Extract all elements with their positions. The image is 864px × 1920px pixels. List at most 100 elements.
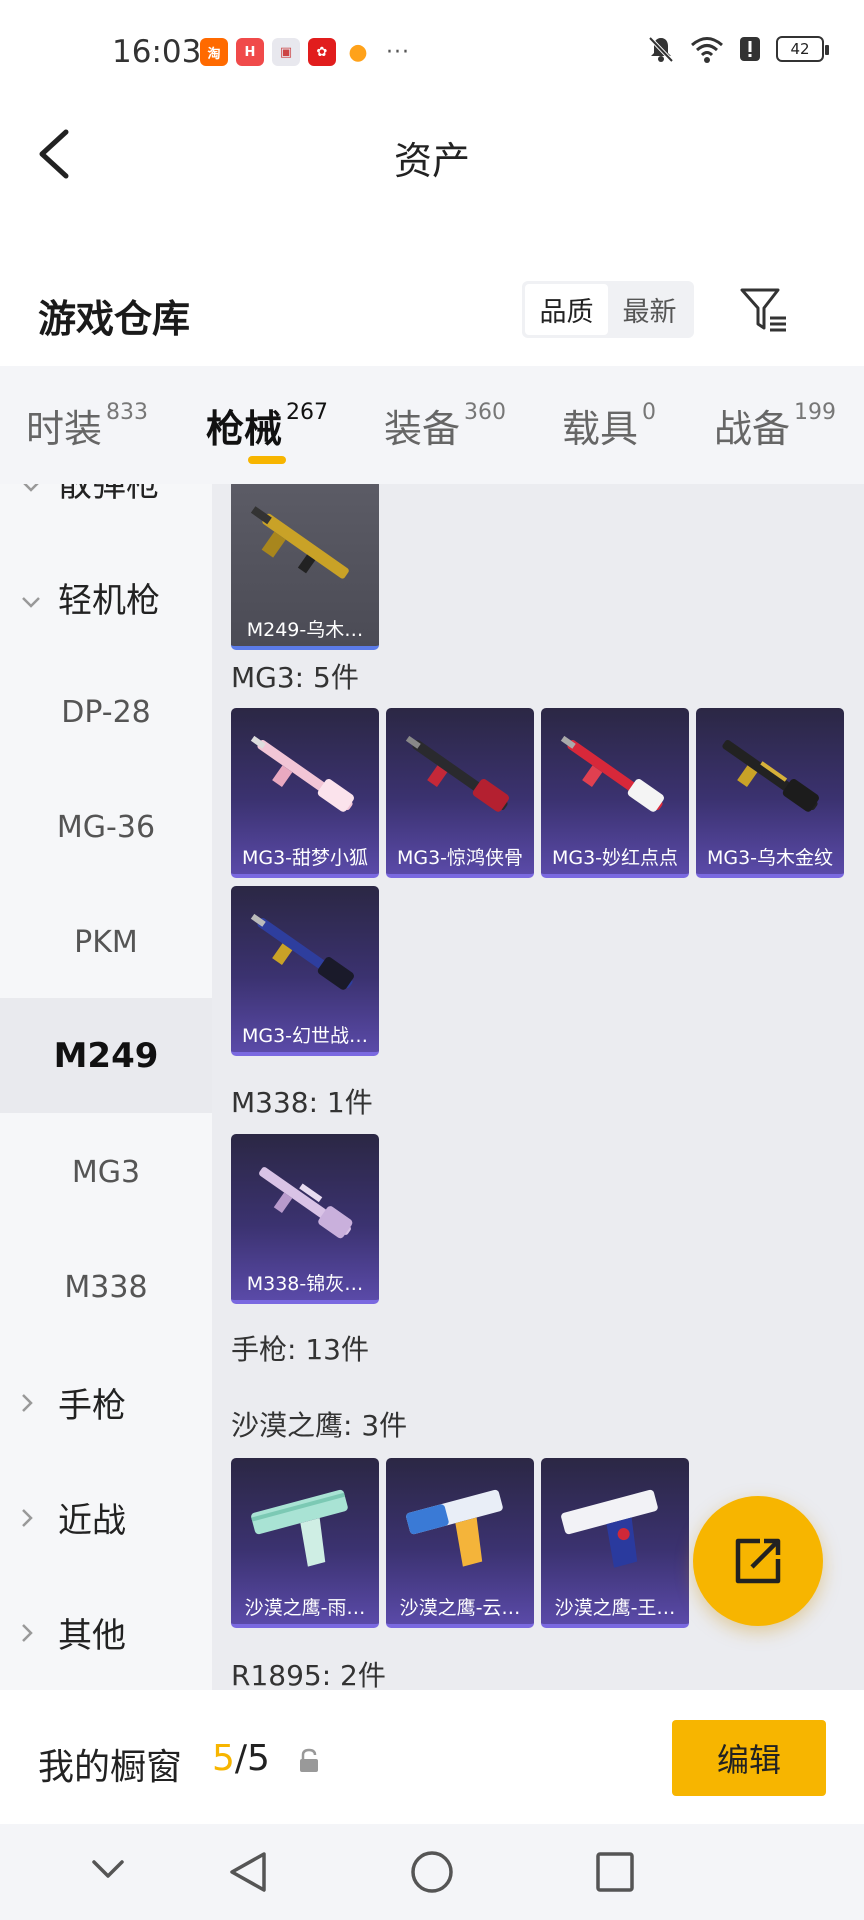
box-app-icon: ▣ xyxy=(272,38,300,66)
status-time: 16:03 xyxy=(112,34,202,70)
skin-card-label: MG3-乌木金纹 xyxy=(706,847,834,869)
showcase-current-count: 5 xyxy=(212,1738,235,1779)
lock-icon xyxy=(300,1748,318,1772)
sort-quality-button[interactable]: 品质 xyxy=(525,284,608,335)
section-label-deagle: 沙漠之鹰: 3件 xyxy=(231,1409,408,1442)
taobao-app-icon: 淘 xyxy=(200,38,228,66)
status-right: 42 xyxy=(646,34,829,64)
huawei-app-icon: H xyxy=(236,38,264,66)
gold-machine-gun-icon xyxy=(250,506,349,579)
tab-count: 267 xyxy=(286,400,329,425)
skin-card-label: MG3-甜梦小狐 xyxy=(241,847,369,869)
category-tabs: 时装 833 枪械 267 装备 360 载具 0 战备 199 xyxy=(0,366,864,484)
skin-card-label: M338-锦灰… xyxy=(246,1273,364,1295)
dark-red-mg3-icon xyxy=(405,735,509,812)
alert-icon xyxy=(740,37,760,61)
sidebar-item-shotgun[interactable]: 散弹枪 xyxy=(0,484,212,539)
royal-deagle-icon xyxy=(561,1489,658,1568)
skin-card-label: 沙漠之鹰-王… xyxy=(554,1597,676,1619)
skin-card[interactable]: MG3-妙红点点 xyxy=(541,708,689,878)
lilac-m338-icon xyxy=(259,1167,353,1239)
section-label-m338: M338: 1件 xyxy=(231,1086,373,1119)
tab-label: 载具 xyxy=(562,407,639,451)
mute-bell-icon xyxy=(648,36,674,63)
skin-card[interactable]: M249-乌木… xyxy=(231,484,379,650)
skin-card-label: MG3-幻世战… xyxy=(241,1025,369,1047)
tab-label: 枪械 xyxy=(206,407,283,451)
tab-guns[interactable]: 枪械 267 xyxy=(206,398,328,453)
mint-deagle-icon xyxy=(251,1489,348,1567)
tab-vehicles[interactable]: 载具 0 xyxy=(562,398,656,453)
skin-card[interactable]: M338-锦灰… xyxy=(231,1134,379,1304)
cloud-deagle-icon xyxy=(406,1489,503,1567)
skin-card[interactable]: 沙漠之鹰-雨… xyxy=(231,1458,379,1628)
nav-home-icon[interactable] xyxy=(409,1848,455,1896)
sidebar-item-m249[interactable]: M249 xyxy=(0,998,212,1113)
ebony-gold-mg3-icon xyxy=(722,739,819,812)
chevron-down-icon xyxy=(20,578,48,618)
red-dot-mg3-icon xyxy=(560,735,664,812)
app-header: 资产 xyxy=(0,100,864,210)
status-app-icons: 淘 H ▣ ✿ ● ··· xyxy=(200,38,410,66)
tab-count: 360 xyxy=(464,400,507,425)
share-external-icon xyxy=(735,1538,781,1584)
section-label-mg3: MG3: 5件 xyxy=(231,661,359,694)
skin-card[interactable]: MG3-幻世战… xyxy=(231,886,379,1056)
tab-equipment[interactable]: 装备 360 xyxy=(384,398,506,453)
system-nav-bar xyxy=(0,1824,864,1920)
filter-button[interactable] xyxy=(738,284,790,336)
battery-icon: 42 xyxy=(776,36,829,62)
nav-collapse-icon[interactable] xyxy=(90,1848,126,1888)
pink-mg3-icon xyxy=(250,735,354,812)
weapon-type-sidebar: 散弹枪 轻机枪 DP-28 MG-36 PKM M249 MG3 M338 手枪… xyxy=(0,484,212,1690)
sidebar-item-label: 近战 xyxy=(58,1501,126,1541)
tab-supplies[interactable]: 战备 199 xyxy=(714,398,836,453)
tab-label: 装备 xyxy=(384,407,461,451)
skin-card[interactable]: 沙漠之鹰-王… xyxy=(541,1458,689,1628)
sort-newest-button[interactable]: 最新 xyxy=(608,284,691,335)
sidebar-item-label: 轻机枪 xyxy=(58,581,160,621)
chevron-down-icon xyxy=(20,484,48,502)
showcase-label: 我的橱窗 xyxy=(38,1747,183,1788)
sidebar-item-other[interactable]: 其他 xyxy=(0,1575,212,1690)
sidebar-item-dp28[interactable]: DP-28 xyxy=(0,655,212,770)
more-notifications-icon: ··· xyxy=(386,39,410,65)
skin-card-label: MG3-惊鸿侠骨 xyxy=(396,847,524,869)
active-tab-indicator xyxy=(248,456,286,464)
blue-mg3-icon xyxy=(250,913,354,990)
skin-card-label: M249-乌木… xyxy=(246,619,364,641)
nav-recents-icon[interactable] xyxy=(593,1848,637,1896)
skin-card[interactable]: MG3-乌木金纹 xyxy=(696,708,844,878)
tab-count: 833 xyxy=(106,400,149,425)
warehouse-title: 游戏仓库 xyxy=(38,297,191,341)
sidebar-item-lmg[interactable]: 轻机枪 xyxy=(0,540,212,655)
tab-label: 战备 xyxy=(714,407,791,451)
sidebar-item-melee[interactable]: 近战 xyxy=(0,1460,212,1575)
status-bar: 16:03 淘 H ▣ ✿ ● ··· 42 xyxy=(0,0,864,100)
tab-count: 199 xyxy=(794,400,837,425)
share-fab-button[interactable] xyxy=(693,1496,823,1626)
sidebar-item-label: 手枪 xyxy=(58,1386,126,1426)
skin-card[interactable]: 沙漠之鹰-云… xyxy=(386,1458,534,1628)
tab-fashion[interactable]: 时装 833 xyxy=(26,398,148,453)
sidebar-item-label: 散弹枪 xyxy=(58,484,160,505)
skin-card-label: 沙漠之鹰-云… xyxy=(399,1597,521,1619)
sidebar-item-m338[interactable]: M338 xyxy=(0,1230,212,1345)
showcase-count: 5/5 xyxy=(212,1738,270,1779)
skin-card-label: 沙漠之鹰-雨… xyxy=(244,1597,366,1619)
sidebar-item-mg3[interactable]: MG3 xyxy=(0,1115,212,1230)
chevron-right-icon xyxy=(20,1613,48,1653)
sidebar-item-mg36[interactable]: MG-36 xyxy=(0,770,212,885)
section-label-pistol: 手枪: 13件 xyxy=(231,1333,369,1366)
nav-back-icon[interactable] xyxy=(226,1848,270,1896)
page-title: 资产 xyxy=(393,139,470,183)
skin-card[interactable]: MG3-惊鸿侠骨 xyxy=(386,708,534,878)
skin-card[interactable]: MG3-甜梦小狐 xyxy=(231,708,379,878)
sidebar-item-pkm[interactable]: PKM xyxy=(0,885,212,1000)
sidebar-item-pistol[interactable]: 手枪 xyxy=(0,1345,212,1460)
wifi-icon xyxy=(691,37,723,63)
chevron-right-icon xyxy=(20,1498,48,1538)
edit-button[interactable]: 编辑 xyxy=(672,1720,826,1796)
tab-count: 0 xyxy=(642,400,657,425)
filter-funnel-icon xyxy=(740,288,786,332)
